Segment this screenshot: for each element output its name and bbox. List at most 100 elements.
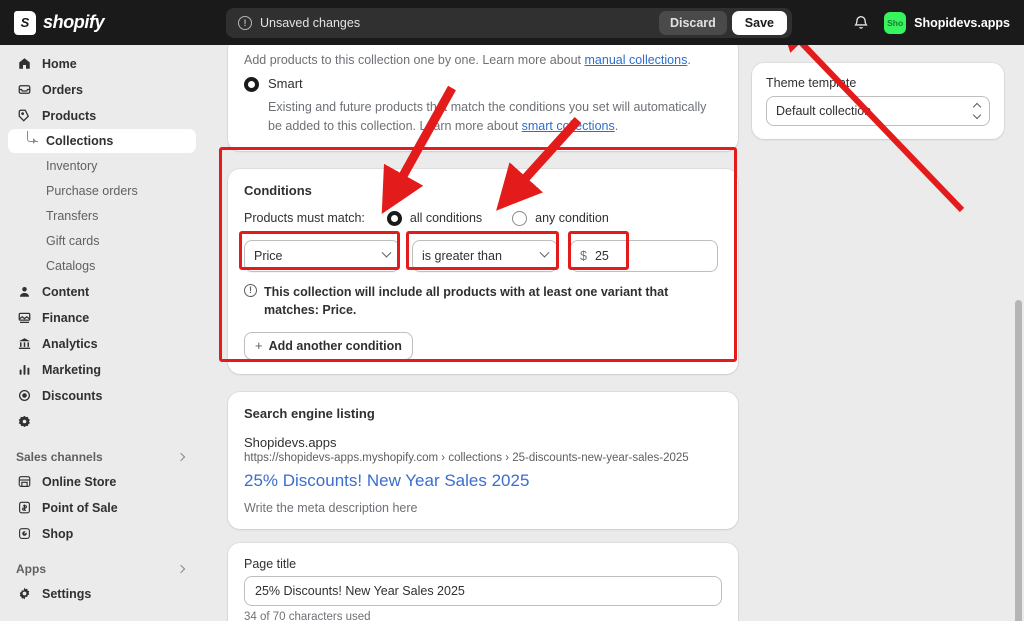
save-button[interactable]: Save	[731, 11, 787, 35]
orders-icon	[16, 82, 32, 98]
shopify-wordmark: shopify	[43, 12, 105, 32]
sidebar-label: Shop	[42, 526, 74, 541]
manual-collections-link[interactable]: manual collections	[585, 53, 688, 67]
sidebar-label: Purchase orders	[46, 184, 138, 198]
sidebar-item-transfers[interactable]: Transfers	[8, 204, 196, 228]
finance-bank-icon	[16, 336, 32, 352]
discard-button[interactable]: Discard	[658, 11, 727, 35]
all-conditions-radio[interactable]	[386, 210, 402, 226]
seo-site-name: Shopidevs.apps	[244, 434, 337, 450]
seo-card: Search engine listing Shopidevs.apps htt…	[228, 391, 738, 529]
sidebar-label: Home	[42, 56, 77, 71]
sidebar-item-customers[interactable]: Content	[8, 279, 196, 304]
unsaved-changes-status: ! Unsaved changes	[238, 16, 360, 30]
chevron-down-icon	[539, 247, 550, 258]
condition-warning: ! This collection will include all produ…	[244, 283, 722, 319]
sidebar-item-catalogs[interactable]: Catalogs	[8, 254, 196, 278]
sidebar-label: Transfers	[46, 209, 99, 223]
sidebar-label: Catalogs	[46, 259, 96, 273]
warning-circle-icon: !	[244, 283, 257, 297]
chevron-down-icon	[381, 247, 392, 258]
conditions-title: Conditions	[244, 182, 312, 198]
seo-meta-placeholder: Write the meta description here	[244, 500, 418, 515]
chevron-right-icon	[176, 452, 186, 462]
any-condition-radio[interactable]	[512, 210, 528, 226]
sidebar-label: Discounts	[42, 388, 103, 403]
secondary-column: Theme template Default collection	[752, 63, 1004, 139]
add-another-condition-button[interactable]: + Add another condition	[244, 331, 413, 360]
sidebar-item-marketing[interactable]: Discounts	[8, 383, 196, 408]
conditions-card: Conditions Products must match: all cond…	[228, 168, 738, 374]
smart-radio[interactable]	[244, 76, 259, 92]
sidebar-item-discounts[interactable]	[8, 409, 196, 434]
sidebar-item-orders[interactable]: Orders	[8, 77, 196, 102]
sidebar-item-finance[interactable]: Analytics	[8, 331, 196, 356]
sidebar-label: Settings	[42, 586, 92, 601]
manual-desc-prefix: Add products to this collection one by o…	[244, 53, 585, 67]
sidebar-item-purchase-orders[interactable]: Purchase orders	[8, 179, 196, 203]
smart-desc-prefix: Existing and future products that match …	[268, 99, 707, 134]
account-menu[interactable]: Sho Shopidevs.apps	[884, 11, 1014, 34]
shopify-admin-window: S shopify ! Unsaved changes Discard Save	[0, 0, 1024, 621]
smart-collections-link[interactable]: smart collections	[522, 119, 615, 133]
condition-operator-select[interactable]: is greater than	[412, 239, 558, 272]
sidebar-item-collections[interactable]: Collections	[8, 129, 196, 153]
shopify-logo[interactable]: S shopify	[0, 10, 200, 35]
condition-row: Price is greater than $ 25	[244, 239, 722, 272]
top-bar-right: Sho Shopidevs.apps	[852, 0, 1014, 45]
sidebar-item-point-of-sale[interactable]: Point of Sale	[8, 495, 196, 520]
sidebar-item-content[interactable]: Finance	[8, 305, 196, 330]
sidebar-item-home[interactable]: Home	[8, 51, 196, 76]
products-must-match-row: Products must match: all conditions any …	[244, 210, 722, 226]
sidebar-item-shop[interactable]: Shop	[8, 521, 196, 546]
sidebar-section-label: Apps	[16, 562, 46, 576]
sidebar-label: Analytics	[42, 336, 98, 351]
shop-icon	[16, 526, 32, 542]
sidebar-item-gift-cards[interactable]: Gift cards	[8, 229, 196, 253]
vertical-scrollbar[interactable]	[1015, 300, 1022, 621]
content-image-icon	[16, 310, 32, 326]
gear-icon	[16, 586, 32, 602]
theme-template-value: Default collection	[776, 104, 872, 118]
sidebar-item-analytics[interactable]: Marketing	[8, 357, 196, 382]
currency-prefix: $	[580, 248, 587, 263]
shopify-bag-icon: S	[14, 10, 36, 35]
page-title-value: 25% Discounts! New Year Sales 2025	[255, 583, 465, 598]
sidebar-item-online-store[interactable]: Online Store	[8, 469, 196, 494]
sidebar-section-apps[interactable]: Apps	[8, 557, 196, 581]
chevron-right-icon	[176, 564, 186, 574]
save-bar-actions: Discard Save	[658, 11, 787, 35]
marketing-target-icon	[16, 388, 32, 404]
collection-type-card: Add products to this collection one by o…	[228, 45, 738, 151]
smart-collection-description: Existing and future products that match …	[268, 98, 722, 137]
sidebar-section-sales-channels[interactable]: Sales channels	[8, 445, 196, 469]
sidebar-label: Marketing	[42, 362, 102, 377]
theme-template-select[interactable]: Default collection	[766, 96, 990, 126]
all-conditions-option[interactable]: all conditions	[386, 210, 482, 226]
sidebar-nav: Home Orders Products Collections Invento	[0, 45, 204, 621]
smart-collection-option[interactable]: Smart	[244, 76, 722, 92]
sidebar-label: Orders	[42, 82, 83, 97]
seo-title: Search engine listing	[244, 405, 375, 421]
notification-bell-icon[interactable]	[852, 14, 870, 32]
seo-page-link[interactable]: 25% Discounts! New Year Sales 2025	[244, 471, 722, 491]
smart-desc-suffix: .	[614, 119, 619, 134]
page-title-label: Page title	[244, 556, 297, 571]
condition-field-select[interactable]: Price	[244, 239, 400, 272]
sidebar-section-label: Sales channels	[16, 450, 103, 464]
condition-value-input[interactable]: $ 25	[570, 239, 718, 272]
sidebar-label: Products	[42, 108, 97, 123]
warning-circle-icon: !	[238, 16, 252, 30]
sidebar-item-products[interactable]: Products	[8, 103, 196, 128]
products-must-match-label: Products must match:	[244, 211, 365, 225]
sidebar-item-inventory[interactable]: Inventory	[8, 154, 196, 178]
page-title-input[interactable]: 25% Discounts! New Year Sales 2025	[244, 575, 722, 606]
account-name: Shopidevs.apps	[914, 15, 1010, 30]
any-condition-option[interactable]: any condition	[512, 210, 609, 226]
sidebar-item-settings[interactable]: Settings	[8, 581, 196, 606]
sidebar-label: Finance	[42, 310, 90, 325]
manual-collection-description: Add products to this collection one by o…	[244, 51, 722, 70]
condition-operator-value: is greater than	[422, 248, 502, 263]
chevron-up-down-icon	[972, 102, 982, 120]
manual-desc-suffix: .	[687, 53, 691, 67]
